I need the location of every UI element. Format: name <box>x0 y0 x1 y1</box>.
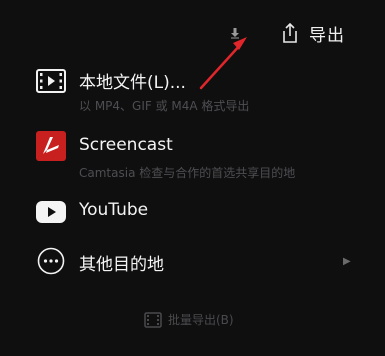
export-button[interactable]: 导出 <box>281 20 345 46</box>
option-screencast-title: Screencast <box>79 135 173 155</box>
export-button-label: 导出 <box>309 25 345 46</box>
screencast-logo-icon <box>36 131 66 161</box>
option-local-file-subtitle: 以 MP4、GIF 或 M4A 格式导出 <box>79 99 250 113</box>
option-screencast[interactable]: Screencast Camtasia 检查与合作的首选共享目的地 <box>0 130 385 182</box>
youtube-logo-icon <box>36 197 66 227</box>
share-export-icon <box>283 22 297 43</box>
batch-export-label: 批量导出(B) <box>168 313 234 327</box>
more-dots-icon <box>36 246 66 276</box>
batch-film-icon <box>144 311 162 328</box>
batch-export-button[interactable]: 批量导出(B) <box>144 311 234 328</box>
option-screencast-subtitle: Camtasia 检查与合作的首选共享目的地 <box>79 166 296 180</box>
chevron-right-icon: ▶ <box>343 256 351 267</box>
option-local-file-title: 本地文件(L)... <box>79 73 186 93</box>
option-local-file[interactable]: 本地文件(L)... 以 MP4、GIF 或 M4A 格式导出 <box>0 64 385 114</box>
option-youtube[interactable]: YouTube <box>0 197 385 227</box>
export-menu-panel: 导出 本地文件(L)... 以 MP4、GIF 或 M4A 格式导出 Scree… <box>0 0 385 356</box>
option-other-destinations[interactable]: 其他目的地 ▶ <box>0 246 385 276</box>
film-strip-icon <box>36 66 66 96</box>
option-youtube-title: YouTube <box>79 200 149 220</box>
download-icon <box>231 28 239 39</box>
option-other-destinations-title: 其他目的地 <box>79 255 164 275</box>
